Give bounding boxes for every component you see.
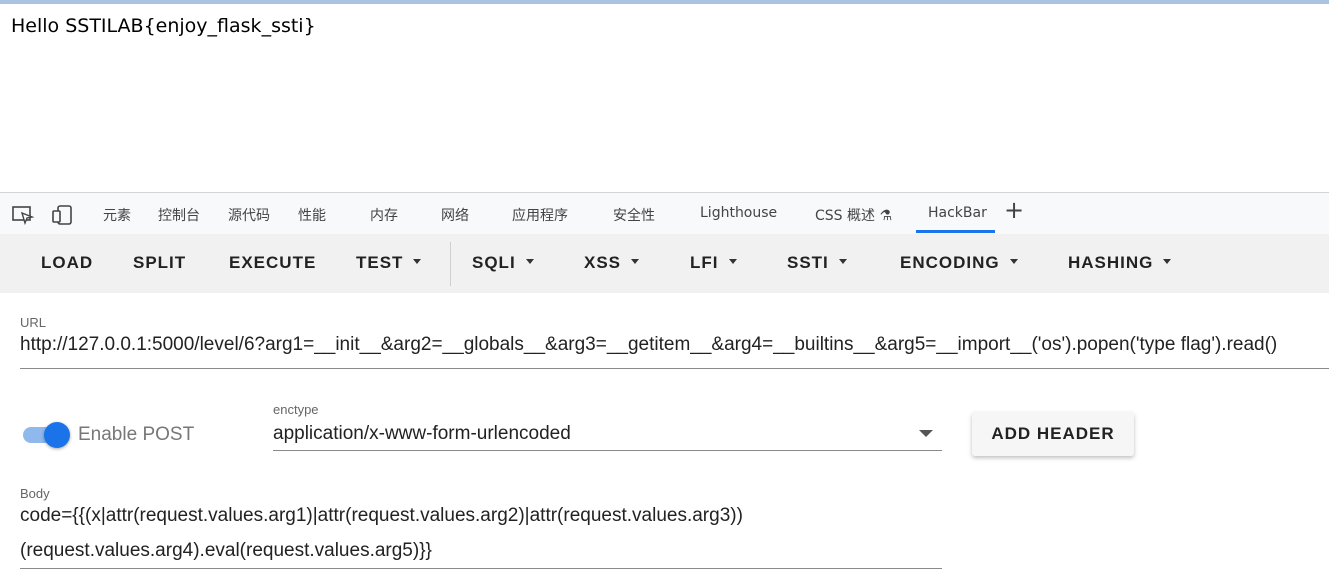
sqli-menu-button[interactable]: SQLI (472, 253, 534, 273)
tab-network[interactable]: 网络 (441, 205, 469, 225)
split-button[interactable]: SPLIT (133, 253, 186, 273)
load-button[interactable]: LOAD (41, 253, 93, 273)
url-input[interactable]: http://127.0.0.1:5000/level/6?arg1=__ini… (20, 334, 1277, 356)
url-label: URL (20, 315, 47, 330)
browser-top-border (0, 0, 1329, 4)
devtools-tab-bar: 元素 控制台 源代码 性能 内存 网络 应用程序 安全性 Lighthouse … (0, 192, 1329, 234)
chevron-down-icon (728, 259, 737, 265)
enctype-label: enctype (273, 402, 319, 417)
enable-post-toggle-knob[interactable] (44, 422, 70, 448)
lfi-menu-button[interactable]: LFI (690, 253, 737, 273)
body-label: Body (20, 486, 50, 501)
device-toolbar-icon[interactable] (52, 205, 74, 225)
dropdown-arrow-icon[interactable] (919, 430, 933, 437)
test-menu-button[interactable]: TEST (356, 253, 422, 273)
chevron-down-icon (838, 259, 847, 265)
inspect-element-icon[interactable] (12, 205, 34, 225)
chevron-down-icon (1163, 259, 1172, 265)
chevron-down-icon (631, 259, 640, 265)
tab-sources[interactable]: 源代码 (228, 205, 270, 225)
hackbar-toolbar: LOAD SPLIT EXECUTE TEST SQLI XSS LFI SST… (0, 234, 1329, 293)
body-textarea-underline (20, 568, 942, 569)
encoding-menu-button[interactable]: ENCODING (900, 253, 1018, 273)
enctype-select-underline (273, 450, 942, 451)
chevron-down-icon (525, 259, 534, 265)
tab-console[interactable]: 控制台 (158, 205, 200, 225)
page-content-text: Hello SSTILAB{enjoy_flask_ssti} (11, 15, 316, 37)
enable-post-label: Enable POST (78, 424, 195, 445)
tab-performance[interactable]: 性能 (298, 205, 326, 225)
xss-menu-button[interactable]: XSS (584, 253, 640, 273)
add-header-button[interactable]: ADD HEADER (972, 412, 1134, 456)
tab-hackbar[interactable]: HackBar (928, 205, 987, 221)
ssti-menu-button[interactable]: SSTI (787, 253, 847, 273)
hashing-menu-button[interactable]: HASHING (1068, 253, 1172, 273)
toolbar-divider (450, 242, 451, 286)
tab-application[interactable]: 应用程序 (512, 205, 568, 225)
active-tab-indicator (916, 230, 995, 233)
body-textarea-line-1[interactable]: code={{(x|attr(request.values.arg1)|attr… (20, 505, 743, 527)
tab-css-overview[interactable]: CSS 概述 ⚗ (815, 205, 892, 225)
enctype-select[interactable]: application/x-www-form-urlencoded (273, 423, 571, 445)
url-input-underline (20, 368, 1329, 369)
tab-elements[interactable]: 元素 (103, 205, 131, 225)
body-textarea-line-2[interactable]: (request.values.arg4).eval(request.value… (20, 540, 432, 562)
execute-button[interactable]: EXECUTE (229, 253, 316, 273)
tab-memory[interactable]: 内存 (370, 205, 398, 225)
tab-security[interactable]: 安全性 (613, 205, 655, 225)
plus-icon[interactable]: + (1004, 198, 1024, 222)
chevron-down-icon (1009, 259, 1018, 265)
chevron-down-icon (413, 259, 422, 265)
tab-lighthouse[interactable]: Lighthouse (700, 205, 777, 221)
